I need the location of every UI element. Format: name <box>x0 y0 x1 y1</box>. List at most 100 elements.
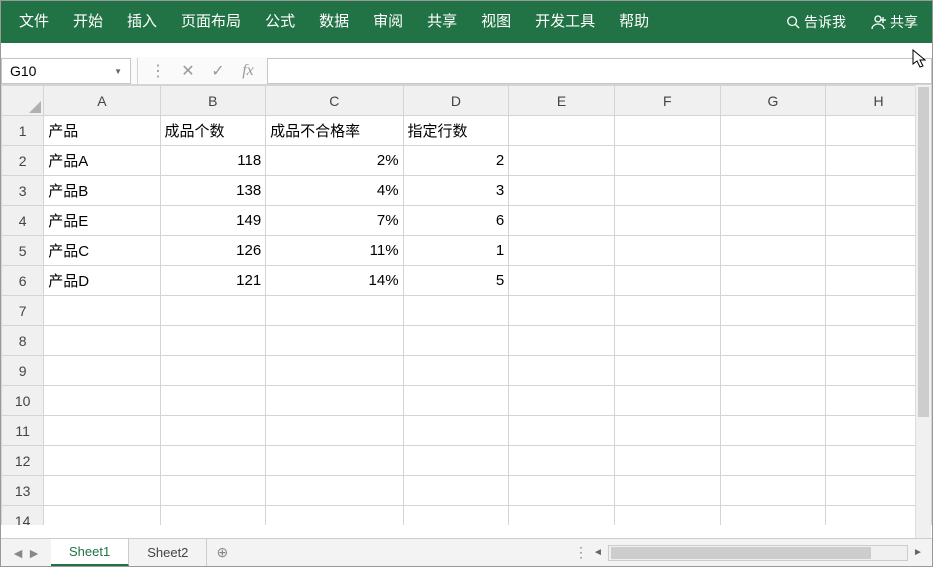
cell[interactable] <box>266 386 403 416</box>
row-header[interactable]: 14 <box>2 506 44 526</box>
cell[interactable] <box>160 326 266 356</box>
cell[interactable] <box>266 506 403 526</box>
row-header[interactable]: 4 <box>2 206 44 236</box>
tellme-button[interactable]: 告诉我 <box>778 12 854 32</box>
ribbon-tab-insert[interactable]: 插入 <box>115 1 169 43</box>
row-header[interactable]: 9 <box>2 356 44 386</box>
cell[interactable] <box>720 506 826 526</box>
sheet-tab-1[interactable]: Sheet1 <box>51 539 129 566</box>
cell[interactable] <box>509 446 615 476</box>
cell[interactable] <box>614 116 720 146</box>
cell[interactable]: 产品B <box>44 176 160 206</box>
spreadsheet-grid[interactable]: A B C D E F G H 1 产品 成品个数 成品不合格率 指定行数 2 … <box>1 85 932 525</box>
cell[interactable] <box>614 326 720 356</box>
cell[interactable] <box>403 476 509 506</box>
share-button[interactable]: 共享 <box>862 12 926 32</box>
cell[interactable] <box>44 446 160 476</box>
cell[interactable]: 118 <box>160 146 266 176</box>
row-header[interactable]: 13 <box>2 476 44 506</box>
ribbon-tab-dev[interactable]: 开发工具 <box>523 1 607 43</box>
cell[interactable] <box>403 296 509 326</box>
ribbon-tab-share[interactable]: 共享 <box>415 1 469 43</box>
col-header-E[interactable]: E <box>509 86 615 116</box>
cell[interactable] <box>509 416 615 446</box>
row-header[interactable]: 10 <box>2 386 44 416</box>
cell[interactable]: 121 <box>160 266 266 296</box>
ribbon-tab-file[interactable]: 文件 <box>7 1 61 43</box>
ribbon-tab-view[interactable]: 视图 <box>469 1 523 43</box>
cell[interactable]: 3 <box>403 176 509 206</box>
cell[interactable] <box>720 356 826 386</box>
row-header[interactable]: 6 <box>2 266 44 296</box>
cell[interactable]: 1 <box>403 236 509 266</box>
cell[interactable] <box>44 416 160 446</box>
cell[interactable]: 138 <box>160 176 266 206</box>
cell[interactable]: 产品 <box>44 116 160 146</box>
cell[interactable] <box>266 326 403 356</box>
cell[interactable] <box>720 326 826 356</box>
cell[interactable] <box>403 356 509 386</box>
cell[interactable] <box>509 176 615 206</box>
cell[interactable]: 产品D <box>44 266 160 296</box>
cell[interactable]: 产品E <box>44 206 160 236</box>
cell[interactable]: 2% <box>266 146 403 176</box>
cell[interactable] <box>509 146 615 176</box>
cell[interactable] <box>509 326 615 356</box>
cell[interactable] <box>403 506 509 526</box>
row-header[interactable]: 2 <box>2 146 44 176</box>
hscroll-track[interactable] <box>608 545 908 561</box>
cell[interactable] <box>509 206 615 236</box>
cell[interactable] <box>720 116 826 146</box>
cell[interactable] <box>720 416 826 446</box>
cell[interactable]: 产品C <box>44 236 160 266</box>
cell[interactable]: 6 <box>403 206 509 236</box>
nav-next-icon[interactable]: ► <box>27 545 41 561</box>
col-header-D[interactable]: D <box>403 86 509 116</box>
cell[interactable] <box>614 446 720 476</box>
cell[interactable] <box>720 476 826 506</box>
cell[interactable] <box>720 266 826 296</box>
cell[interactable] <box>160 416 266 446</box>
row-header[interactable]: 3 <box>2 176 44 206</box>
cell[interactable] <box>720 176 826 206</box>
cell[interactable] <box>614 236 720 266</box>
cell[interactable] <box>720 146 826 176</box>
cell[interactable]: 5 <box>403 266 509 296</box>
cell[interactable] <box>509 506 615 526</box>
cell[interactable] <box>403 446 509 476</box>
cell[interactable]: 149 <box>160 206 266 236</box>
cell[interactable] <box>44 326 160 356</box>
cell[interactable] <box>44 296 160 326</box>
cell[interactable] <box>509 266 615 296</box>
nav-prev-icon[interactable]: ◄ <box>11 545 25 561</box>
ribbon-tab-home[interactable]: 开始 <box>61 1 115 43</box>
vertical-scrollbar[interactable] <box>915 85 931 538</box>
cell[interactable]: 11% <box>266 236 403 266</box>
scroll-thumb[interactable] <box>611 547 871 559</box>
cell[interactable] <box>614 206 720 236</box>
cell[interactable] <box>614 476 720 506</box>
cell[interactable] <box>266 296 403 326</box>
row-header[interactable]: 5 <box>2 236 44 266</box>
col-header-B[interactable]: B <box>160 86 266 116</box>
cell[interactable] <box>614 506 720 526</box>
fx-icon[interactable]: fx <box>233 58 263 84</box>
cell[interactable]: 成品不合格率 <box>266 116 403 146</box>
cell[interactable] <box>44 356 160 386</box>
chevron-down-icon[interactable]: ▼ <box>114 67 122 76</box>
cell[interactable]: 14% <box>266 266 403 296</box>
cell[interactable] <box>403 416 509 446</box>
col-header-A[interactable]: A <box>44 86 160 116</box>
cell[interactable] <box>509 356 615 386</box>
cell[interactable] <box>720 446 826 476</box>
cell[interactable] <box>509 296 615 326</box>
cell[interactable] <box>720 296 826 326</box>
cell[interactable] <box>266 416 403 446</box>
cell[interactable] <box>509 236 615 266</box>
cell[interactable] <box>44 506 160 526</box>
name-box[interactable]: G10 ▼ <box>1 58 131 84</box>
cell[interactable] <box>266 446 403 476</box>
cell[interactable] <box>160 476 266 506</box>
cell[interactable] <box>44 476 160 506</box>
add-sheet-button[interactable]: ⊕ <box>207 544 237 561</box>
